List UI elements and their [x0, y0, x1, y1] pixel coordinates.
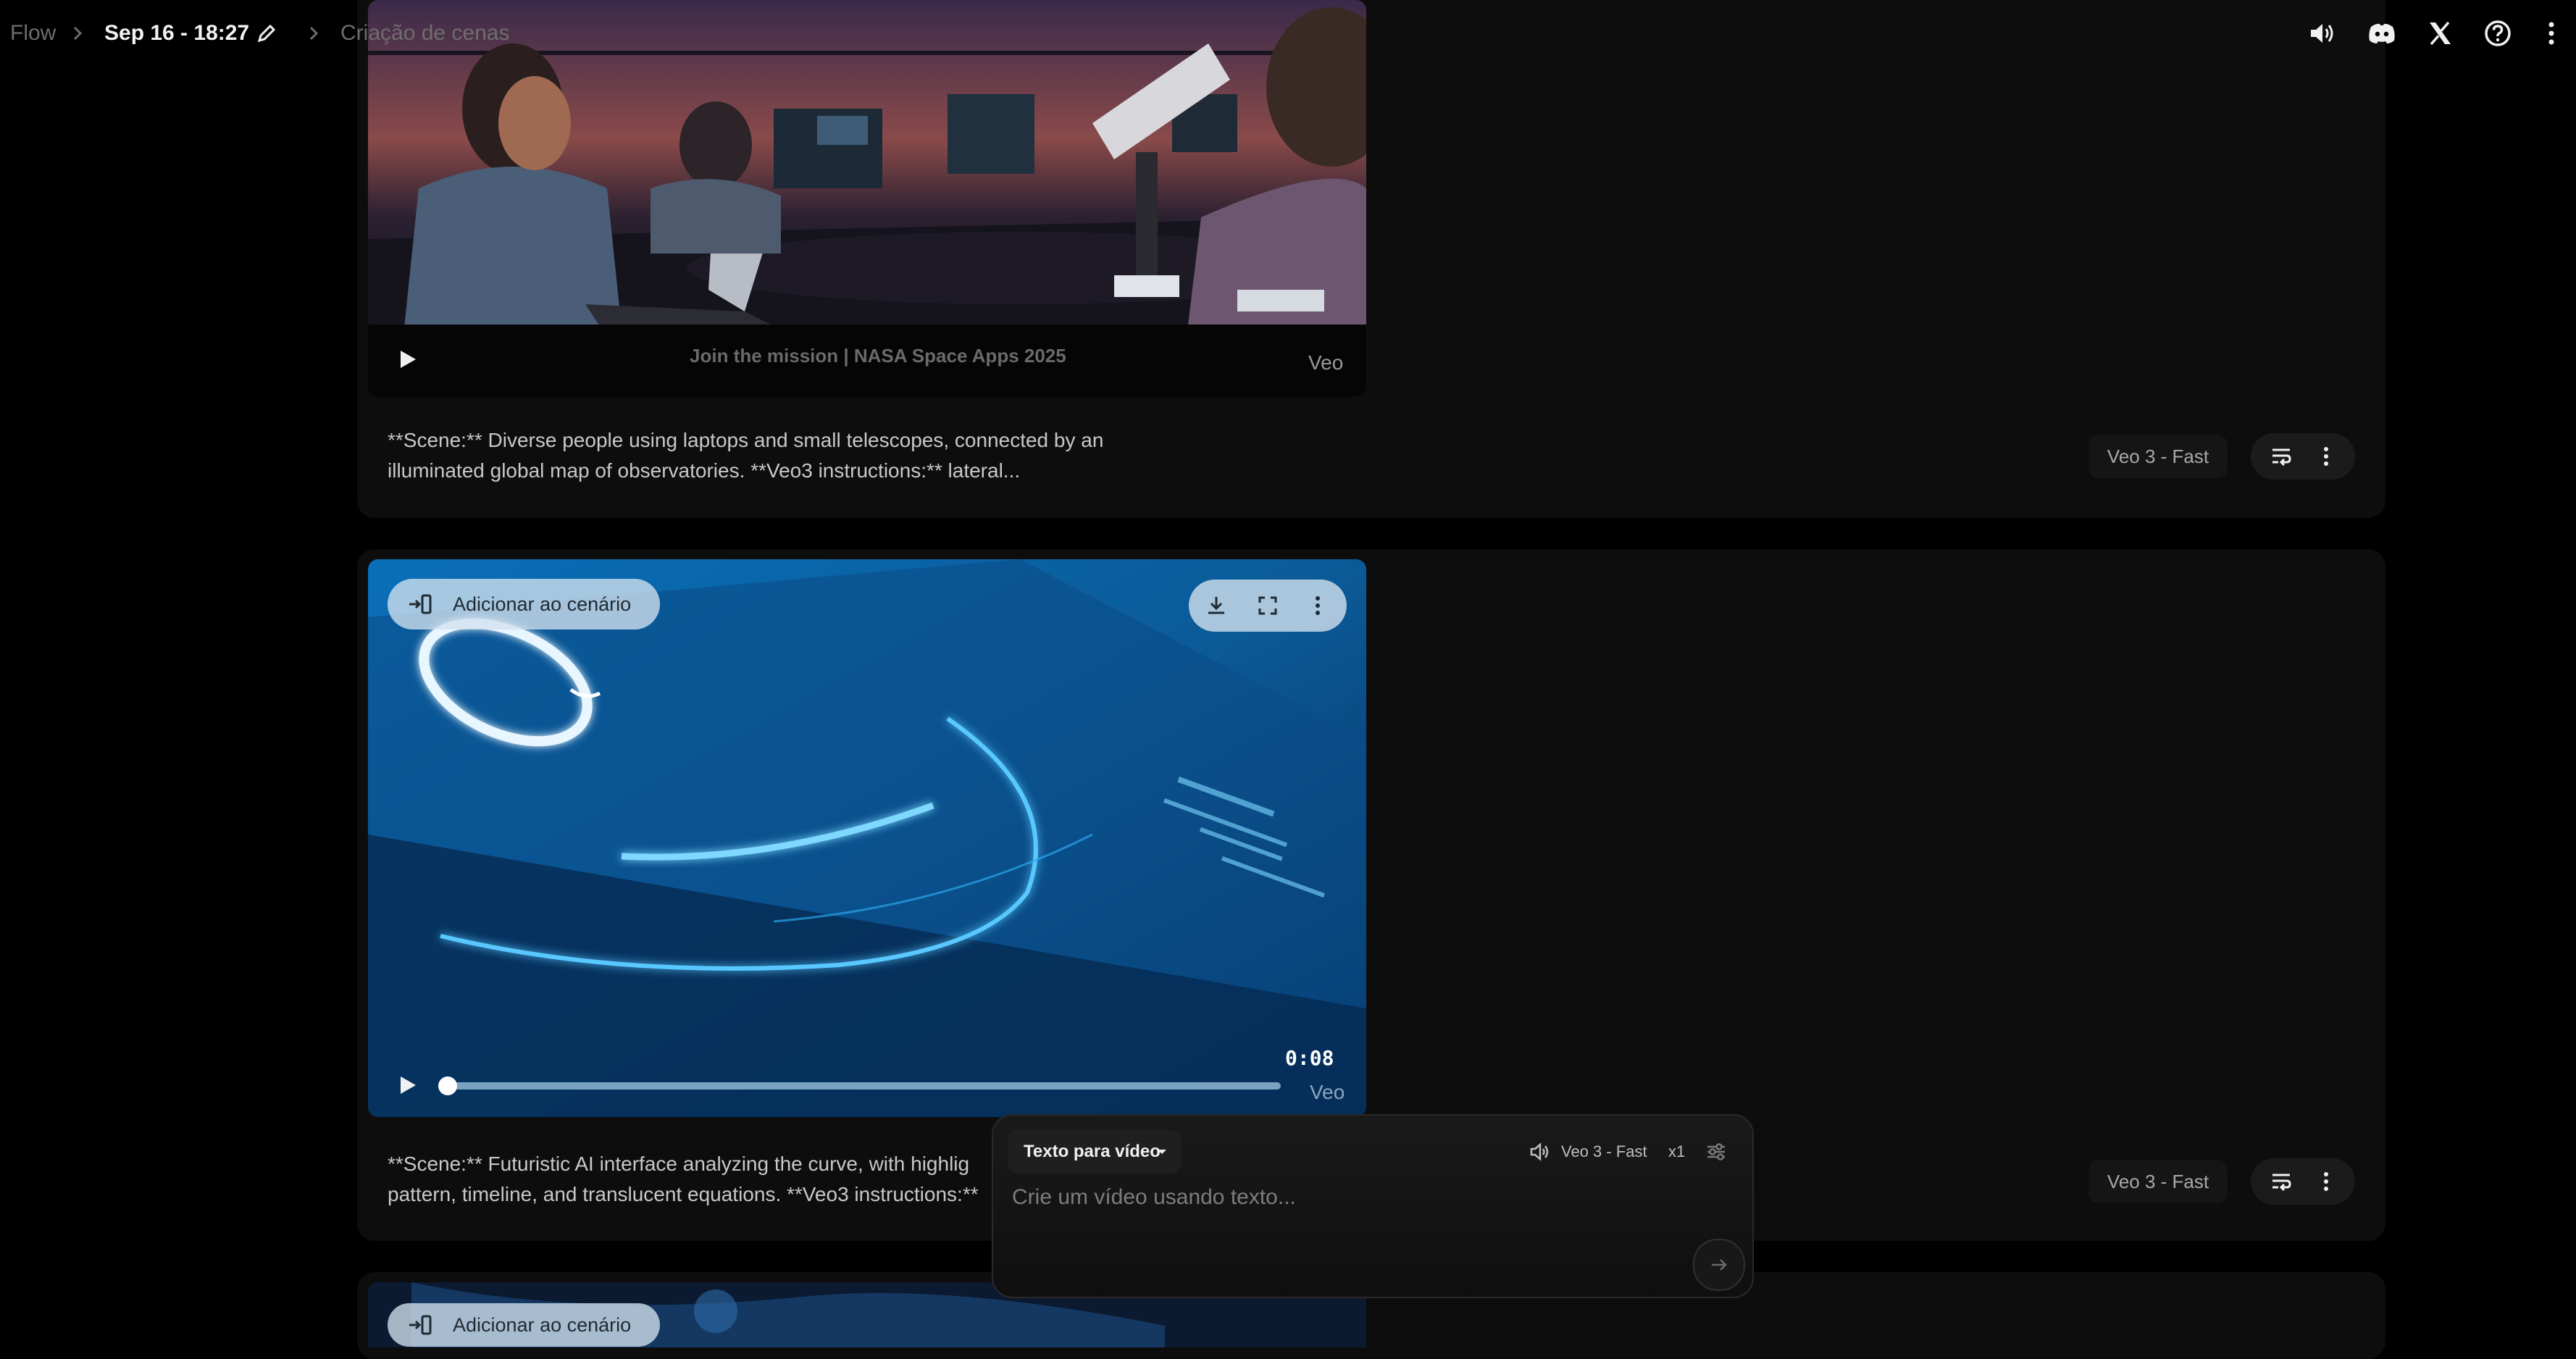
more-vert-icon[interactable]: [2535, 17, 2567, 49]
download-icon[interactable]: [1205, 594, 1228, 617]
scene-prompt-1[interactable]: **Scene:** Diverse people using laptops …: [388, 425, 1126, 486]
help-icon[interactable]: [2482, 17, 2514, 49]
settings-sliders-icon[interactable]: [1705, 1140, 1728, 1163]
video-tools: [1189, 580, 1347, 632]
reuse-prompt-icon[interactable]: [2270, 1170, 2293, 1193]
output-count: x1: [1668, 1142, 1686, 1161]
add-to-scene-icon: [409, 1315, 432, 1335]
more-vert-icon[interactable]: [2314, 1170, 2338, 1193]
edit-pencil-icon[interactable]: [255, 22, 278, 45]
play-icon[interactable]: [394, 1072, 420, 1098]
add-to-scene-label: Adicionar ao cenário: [453, 593, 632, 615]
prompt-composer: Texto para vídeo Veo 3 - Fast x1 Crie um…: [992, 1114, 1754, 1298]
veo-watermark: Veo: [1308, 351, 1344, 374]
breadcrumb-project[interactable]: Sep 16 - 18:27: [104, 20, 249, 46]
card-actions-2: [2251, 1158, 2355, 1205]
card-actions-1: [2251, 433, 2355, 480]
volume-icon: [1530, 1142, 1549, 1161]
composer-model: Veo 3 - Fast: [1561, 1142, 1647, 1161]
chevron-right-icon: [73, 26, 83, 41]
add-to-scene-button[interactable]: Adicionar ao cenário: [388, 1303, 661, 1347]
add-to-scene-icon: [409, 594, 432, 614]
send-button[interactable]: [1693, 1239, 1745, 1291]
breadcrumb-current: Criação de cenas: [340, 21, 510, 45]
composer-settings[interactable]: Veo 3 - Fast x1: [1515, 1130, 1738, 1174]
more-vert-icon[interactable]: [1306, 594, 1329, 617]
caret-down-icon: [1158, 1150, 1166, 1154]
x-logo-icon[interactable]: [2424, 17, 2456, 49]
reuse-prompt-icon[interactable]: [2270, 445, 2293, 468]
play-icon[interactable]: [394, 346, 420, 372]
model-badge-1: Veo 3 - Fast: [2088, 435, 2228, 478]
top-bar: Flow Sep 16 - 18:27 Criação de cenas: [0, 0, 2576, 67]
prompt-input[interactable]: Crie um vídeo usando texto...: [1012, 1185, 1296, 1210]
video-timestamp: 0:08: [1285, 1046, 1334, 1070]
veo-watermark: Veo: [1310, 1081, 1345, 1103]
model-badge-2: Veo 3 - Fast: [2088, 1160, 2228, 1203]
fullscreen-icon[interactable]: [1256, 594, 1279, 617]
mode-selector-label: Texto para vídeo: [1024, 1142, 1161, 1161]
chevron-right-icon: [309, 26, 319, 41]
video-player-2[interactable]: 0:08 Veo: [368, 559, 1366, 1117]
add-to-scene-button[interactable]: Adicionar ao cenário: [388, 579, 661, 630]
mode-selector[interactable]: Texto para vídeo: [1008, 1130, 1182, 1174]
arrow-right-icon: [1712, 1259, 1727, 1271]
discord-icon[interactable]: [2366, 17, 2398, 49]
breadcrumb-root[interactable]: Flow: [10, 20, 56, 46]
volume-icon[interactable]: [2305, 17, 2337, 49]
more-vert-icon[interactable]: [2314, 445, 2338, 468]
video-caption: Join the mission | NASA Space Apps 2025: [690, 345, 1066, 367]
video-thumbnail: [368, 559, 1366, 1117]
